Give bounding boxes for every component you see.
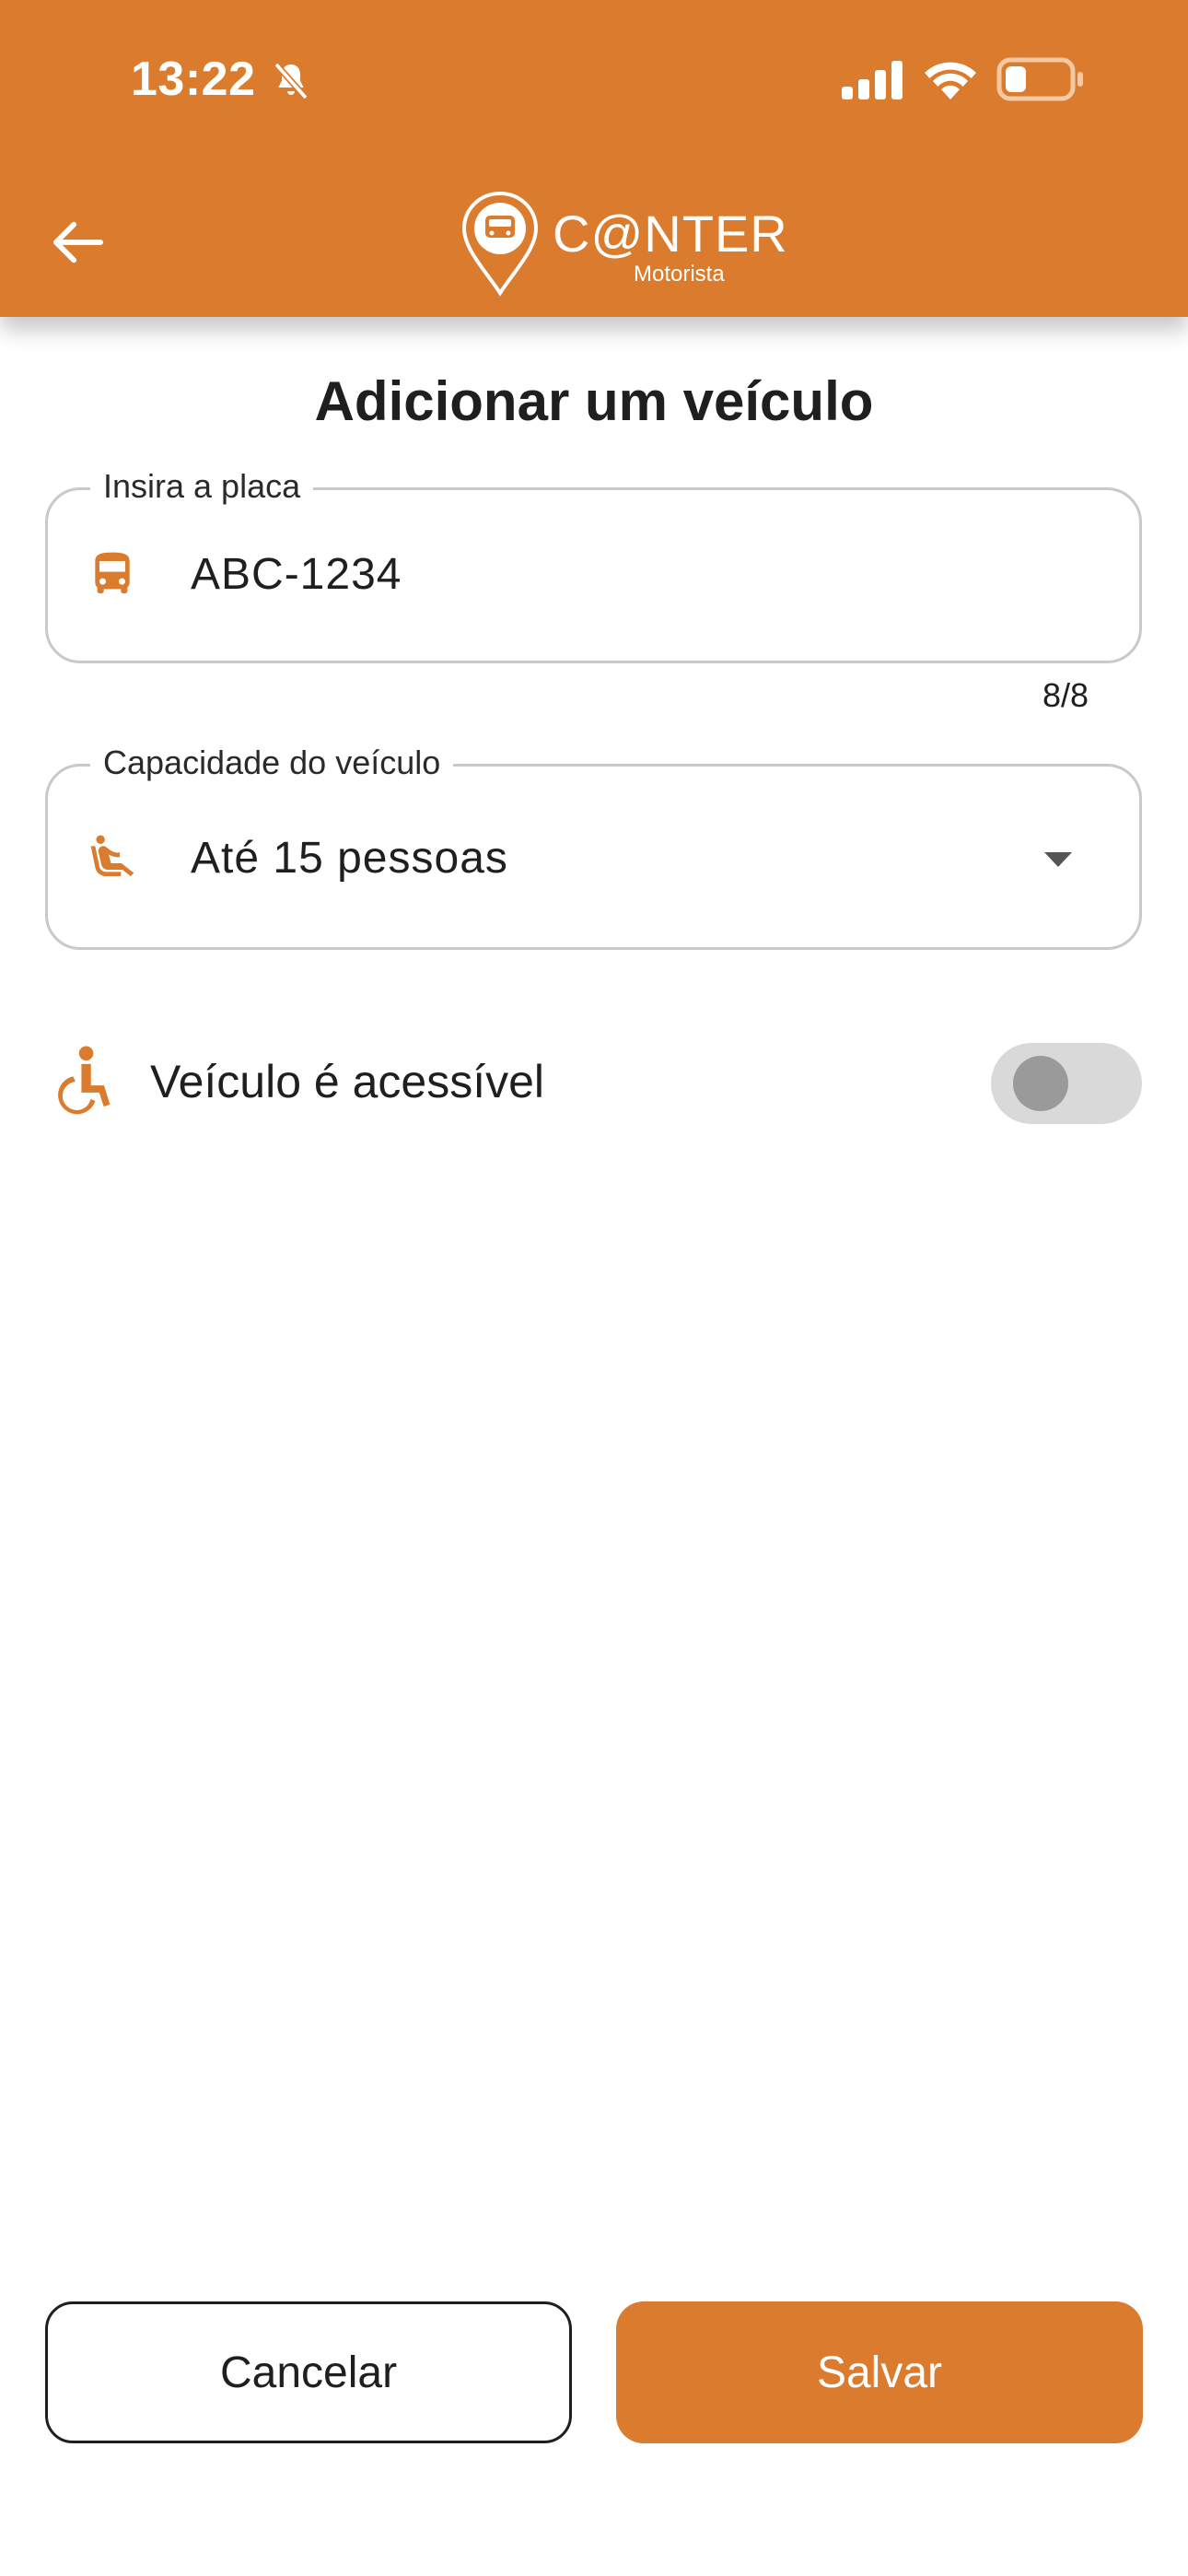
cellular-signal-icon xyxy=(842,61,903,100)
caret-down-icon[interactable] xyxy=(1042,850,1074,869)
battery-low-icon xyxy=(996,57,1083,101)
wheelchair-icon xyxy=(58,1046,111,1115)
accessibility-label: Veículo é acessível xyxy=(150,1056,545,1107)
logo-text: C@NTER xyxy=(553,205,788,263)
bus-icon xyxy=(95,552,130,593)
seat-passenger-icon xyxy=(90,835,134,876)
save-button[interactable]: Salvar xyxy=(616,2301,1143,2443)
plate-input[interactable]: ABC-1234 xyxy=(191,547,402,603)
plate-char-counter: 8/8 xyxy=(1042,676,1089,714)
page-title: Adicionar um veículo xyxy=(314,370,874,432)
arrow-left-icon xyxy=(52,221,104,263)
app-logo: C@NTER Motorista xyxy=(459,190,787,300)
map-pin-bus-icon xyxy=(461,191,539,297)
capacity-select[interactable]: Capacidade do veículo Até 15 pessoas xyxy=(45,741,1142,950)
accessibility-toggle[interactable] xyxy=(991,1043,1142,1124)
toggle-knob xyxy=(1013,1056,1068,1111)
bell-slash-icon xyxy=(274,62,309,100)
app-header: 13:22 C@NTER Motorista xyxy=(0,0,1188,317)
cancel-button[interactable]: Cancelar xyxy=(45,2301,572,2443)
back-button[interactable] xyxy=(37,201,120,284)
plate-field[interactable]: Insira a placa ABC-1234 xyxy=(45,464,1142,663)
wifi-icon xyxy=(925,62,976,100)
logo-subtitle: Motorista xyxy=(634,262,725,287)
capacity-selected-value: Até 15 pessoas xyxy=(191,834,508,883)
accessibility-row: Veículo é acessível xyxy=(55,1043,1142,1126)
capacity-field-label: Capacidade do veículo xyxy=(90,741,454,785)
plate-field-label: Insira a placa xyxy=(90,464,314,509)
status-time: 13:22 xyxy=(131,53,256,106)
